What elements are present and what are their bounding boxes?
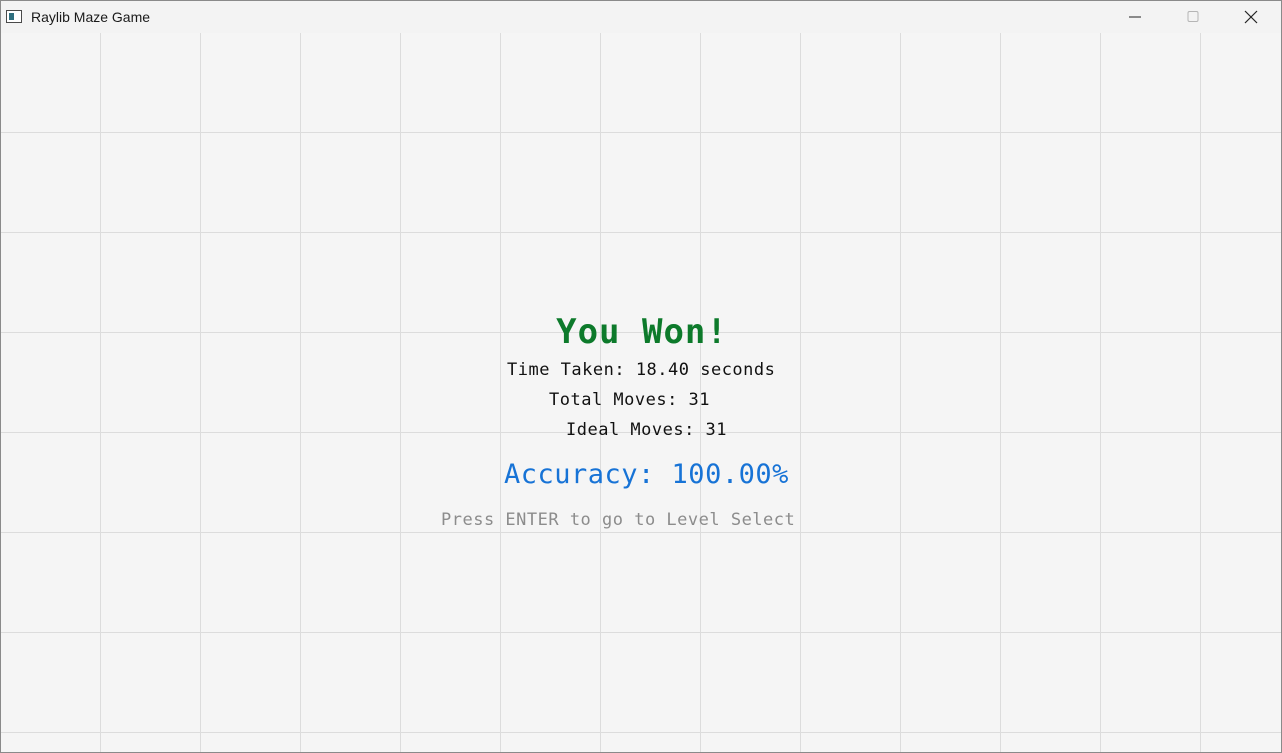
minimize-icon [1129, 16, 1141, 18]
app-window: Raylib Maze Game You Won! Time Taken: 18… [0, 0, 1282, 753]
win-title: You Won! [556, 312, 728, 352]
title-bar[interactable]: Raylib Maze Game [1, 1, 1281, 33]
time-taken-stat: Time Taken: 18.40 seconds [507, 360, 776, 380]
close-icon [1244, 10, 1258, 24]
enter-hint: Press ENTER to go to Level Select [441, 510, 796, 530]
ideal-moves-stat: Ideal Moves: 31 [566, 420, 728, 440]
accuracy-stat: Accuracy: 100.00% [504, 459, 789, 490]
window-title: Raylib Maze Game [31, 9, 151, 25]
total-moves-stat: Total Moves: 31 [549, 390, 711, 410]
minimize-button[interactable] [1106, 1, 1164, 33]
app-window-icon [6, 10, 22, 23]
maximize-icon [1187, 11, 1199, 22]
close-button[interactable] [1222, 1, 1280, 33]
maximize-button[interactable] [1164, 1, 1222, 33]
